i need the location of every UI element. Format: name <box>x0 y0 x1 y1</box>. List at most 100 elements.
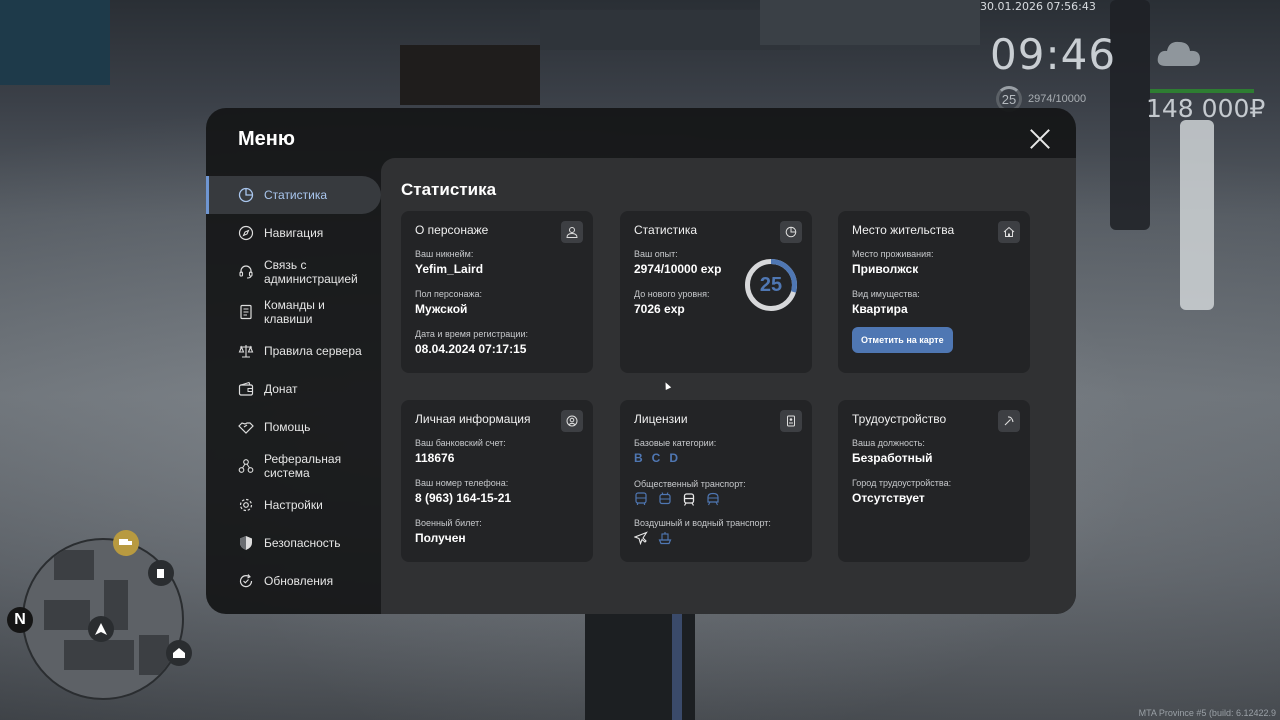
shield-icon <box>240 536 252 550</box>
residence-place-label: Место проживания: <box>852 249 934 259</box>
job-position-label: Ваша должность: <box>852 438 925 448</box>
user-icon <box>561 221 583 243</box>
residence-place-value: Приволжск <box>852 262 919 276</box>
headset-icon <box>239 265 253 279</box>
money-bar <box>1150 89 1254 93</box>
sidebar-item-contact-admin[interactable]: Связь с администрацией <box>206 252 381 292</box>
card-title: Трудоустройство <box>852 412 947 426</box>
content-title: Статистика <box>401 180 497 199</box>
building <box>0 0 110 85</box>
sidebar-item-settings[interactable]: Настройки <box>206 486 381 524</box>
pie-chart-icon <box>238 187 254 203</box>
bank-account-label: Ваш банковский счет: <box>415 438 506 448</box>
bus-icon <box>635 492 647 505</box>
public-transport-label: Общественный транспорт: <box>634 479 746 489</box>
job-position-value: Безработный <box>852 451 933 465</box>
sidebar-item-label: Статистика <box>264 188 328 202</box>
build-info: MTA Province #5 (build: 6.12422.9 <box>1138 708 1276 718</box>
sidebar-item-label: Настройки <box>264 498 323 512</box>
close-button[interactable] <box>1029 128 1051 150</box>
road-marking <box>672 610 682 720</box>
map-block <box>139 635 169 675</box>
sidebar-item-label: Команды и клавиши <box>264 298 325 326</box>
weather-cloud-icon <box>1157 41 1200 66</box>
military-id-label: Военный билет: <box>415 518 482 528</box>
handshake-icon <box>238 422 254 434</box>
tram-icon <box>683 493 695 506</box>
train-icon <box>707 492 719 506</box>
sidebar-item-navigation[interactable]: Навигация <box>206 214 381 252</box>
sidebar-item-label: Правила сервера <box>264 344 362 358</box>
gear-icon <box>239 498 253 512</box>
air-water-transport-icons <box>634 531 798 545</box>
card-title: Личная информация <box>415 412 531 426</box>
compass-icon <box>238 225 254 241</box>
sidebar-item-help[interactable]: Помощь <box>206 408 381 446</box>
license-icon <box>780 410 802 432</box>
property-type-value: Квартира <box>852 302 908 316</box>
hud-money: 148 000₽ <box>1146 94 1266 123</box>
referral-icon <box>238 459 254 473</box>
air-water-transport-label: Воздушный и водный транспорт: <box>634 518 771 528</box>
card-title: О персонаже <box>415 223 489 237</box>
sidebar-item-referral[interactable]: Реферальная система <box>206 446 381 486</box>
map-block <box>64 640 134 670</box>
map-block <box>44 600 90 630</box>
job-city-value: Отсутствует <box>852 491 925 505</box>
card-character: О персонаже Ваш никнейм: Yefim_Laird Пол… <box>401 211 593 373</box>
content-panel: Статистика О персонаже Ваш никнейм: Yefi… <box>381 158 1076 614</box>
sidebar-item-label: Навигация <box>264 226 324 240</box>
sidebar-item-label: Донат <box>264 382 298 396</box>
license-category: D <box>669 451 679 465</box>
house-icon <box>998 221 1020 243</box>
pie-chart-icon <box>780 221 802 243</box>
map-block <box>54 550 94 580</box>
card-title: Место жительства <box>852 223 955 237</box>
sidebar-item-updates[interactable]: Обновления <box>206 562 381 600</box>
scales-icon <box>238 345 254 358</box>
sidebar-item-security[interactable]: Безопасность <box>206 524 381 562</box>
minimap-north: N <box>7 607 33 633</box>
phone-label: Ваш номер телефона: <box>415 478 509 488</box>
license-category: B <box>634 451 643 465</box>
gender-value: Мужской <box>415 302 468 316</box>
sidebar-item-label: Обновления <box>264 574 334 588</box>
property-type-label: Вид имущества: <box>852 289 920 299</box>
sidebar-item-label: Реферальная система <box>264 452 342 480</box>
boat-icon <box>658 532 672 545</box>
card-employment: Трудоустройство Ваша должность: Безработ… <box>838 400 1030 562</box>
hud-exp: 2974/10000 <box>1028 93 1087 105</box>
sidebar-item-label: Помощь <box>264 420 311 434</box>
house-marker-icon <box>166 640 192 666</box>
nickname-label: Ваш никнейм: <box>415 249 474 259</box>
plane-icon <box>634 531 648 545</box>
license-category: C <box>651 451 661 465</box>
document-icon <box>240 304 252 320</box>
sidebar-item-rules[interactable]: Правила сервера <box>206 332 381 370</box>
fuel-marker-icon <box>148 560 174 586</box>
sidebar-item-label: Связь с администрацией <box>264 258 358 286</box>
job-city-label: Город трудоустройства: <box>852 478 952 488</box>
nickname-value: Yefim_Laird <box>415 262 484 276</box>
trolleybus-icon <box>659 492 671 505</box>
menu-window: Меню Статистика Навигация Связь с админи… <box>206 108 1076 614</box>
hud-date: 30.01.2026 07:56:43 <box>980 0 1096 13</box>
card-title: Лицензии <box>634 412 688 426</box>
tree <box>1180 120 1214 310</box>
mark-on-map-button[interactable]: Отметить на карте <box>852 327 953 353</box>
gender-label: Пол персонажа: <box>415 289 483 299</box>
card-statistics: Статистика Ваш опыт: 2974/10000 exp До н… <box>620 211 812 373</box>
card-personal-info: Личная информация Ваш банковский счет: 1… <box>401 400 593 562</box>
wallet-icon <box>238 381 254 396</box>
profile-icon <box>561 410 583 432</box>
sidebar-item-commands[interactable]: Команды и клавиши <box>206 292 381 332</box>
sidebar-item-statistics[interactable]: Статистика <box>206 176 381 214</box>
level-value: 25 <box>759 273 783 296</box>
menu-title: Меню <box>238 128 295 150</box>
sidebar-item-donate[interactable]: Донат <box>206 370 381 408</box>
registration-label: Дата и время регистрации: <box>415 329 528 339</box>
hud-time: 09:46 <box>990 30 1117 79</box>
pickaxe-icon <box>998 410 1020 432</box>
bank-account-value: 118676 <box>415 451 455 465</box>
registration-value: 08.04.2024 07:17:15 <box>415 342 527 356</box>
